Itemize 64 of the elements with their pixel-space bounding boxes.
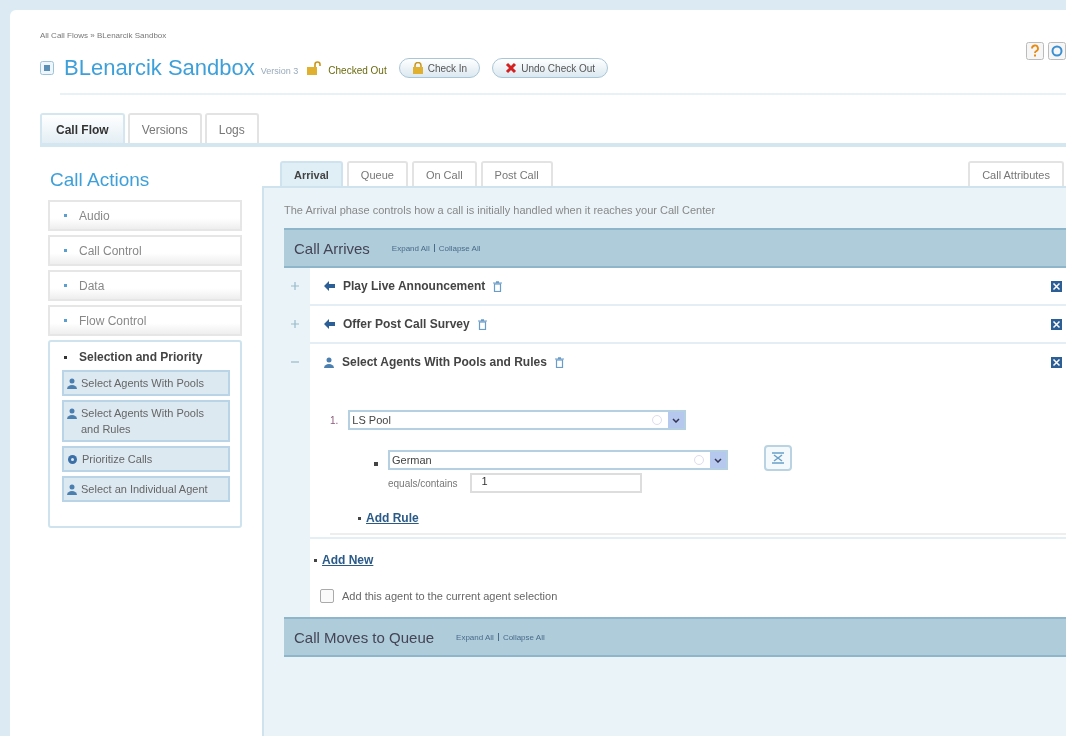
person-icon bbox=[67, 484, 77, 495]
collapse-all-link[interactable]: Collapse All bbox=[438, 243, 481, 253]
call-attributes-tab[interactable]: Call Attributes bbox=[968, 161, 1064, 186]
action-title: Offer Post Call Survey bbox=[343, 317, 470, 331]
arrow-icon bbox=[324, 281, 335, 291]
trash-icon[interactable] bbox=[477, 318, 487, 330]
status-label: Checked Out bbox=[328, 64, 387, 76]
checkbox[interactable] bbox=[320, 589, 334, 603]
category-item[interactable]: Audio bbox=[48, 200, 242, 231]
action-item[interactable]: Select an Individual Agent bbox=[62, 476, 230, 502]
close-icon[interactable] bbox=[1051, 318, 1062, 330]
help-icon[interactable] bbox=[1026, 42, 1044, 60]
tab[interactable]: Versions bbox=[127, 113, 202, 143]
category-item[interactable]: Data bbox=[48, 270, 242, 301]
rule-value-field[interactable]: 1 bbox=[469, 473, 642, 493]
lock-icon bbox=[411, 62, 424, 74]
phase-description: The Arrival phase controls how a call is initially handled when it reaches your Call Center bbox=[284, 204, 717, 216]
caret-icon bbox=[672, 417, 681, 423]
collapse-all-link[interactable]: Collapse All bbox=[502, 632, 545, 642]
expand-all-link[interactable]: Expand All bbox=[391, 243, 430, 253]
category-item[interactable]: Call Control bbox=[48, 235, 242, 266]
section-title: Call Moves to Queue bbox=[294, 628, 435, 646]
breadcrumb: All Call Flows » BLenarcik Sandbox bbox=[40, 31, 168, 40]
close-icon[interactable] bbox=[1051, 356, 1062, 368]
version-label: Version 3 bbox=[260, 66, 299, 76]
close-icon bbox=[505, 62, 518, 74]
rule-select[interactable]: German bbox=[388, 450, 728, 470]
phase-tab[interactable]: Post Call bbox=[480, 161, 553, 186]
close-icon[interactable] bbox=[1051, 280, 1062, 292]
phase-tab[interactable]: Queue bbox=[346, 161, 408, 186]
add-new-link[interactable]: Add New bbox=[322, 553, 374, 567]
plus-icon[interactable] bbox=[291, 320, 299, 328]
action-title: Select Agents With Pools and Rules bbox=[342, 355, 547, 369]
category-item[interactable]: Flow Control bbox=[48, 305, 242, 336]
add-rule-link[interactable]: Add Rule bbox=[366, 511, 419, 525]
person-icon bbox=[67, 378, 77, 389]
tab[interactable]: Call Flow bbox=[40, 113, 125, 143]
call-actions-heading: Call Actions bbox=[50, 169, 151, 191]
arrow-icon bbox=[324, 319, 335, 329]
caret-icon bbox=[714, 457, 722, 463]
collapse-icon[interactable] bbox=[40, 61, 54, 75]
lock-icon bbox=[306, 61, 323, 75]
phase-tab[interactable]: On Call bbox=[411, 161, 477, 186]
action-item[interactable]: Select Agents With Pools bbox=[62, 370, 230, 396]
undo-checkout-button[interactable]: Undo Check Out bbox=[492, 58, 609, 78]
section-title: Call Arrives bbox=[294, 239, 370, 257]
action-title: Play Live Announcement bbox=[343, 279, 486, 293]
action-item[interactable]: Prioritize Calls bbox=[62, 446, 230, 472]
checkbox-label: Add this agent to the current agent selection bbox=[342, 590, 558, 602]
operator-label: equals/contains bbox=[388, 477, 458, 489]
pool-select[interactable]: LS Pool bbox=[348, 410, 687, 430]
page-title: BLenarcik Sandbox bbox=[64, 55, 255, 81]
trash-icon[interactable] bbox=[554, 356, 564, 368]
category-item[interactable]: Selection and Priority bbox=[50, 342, 240, 370]
person-icon bbox=[67, 408, 77, 419]
action-item[interactable]: Select Agents With Pools and Rules bbox=[62, 400, 230, 442]
person-icon bbox=[324, 356, 334, 368]
trash-icon[interactable] bbox=[493, 280, 503, 292]
plus-icon[interactable] bbox=[291, 282, 299, 290]
expand-all-link[interactable]: Expand All bbox=[456, 632, 494, 642]
pool-number: 1. bbox=[330, 414, 339, 426]
tab[interactable]: Logs bbox=[204, 113, 259, 143]
phase-tab[interactable]: Arrival bbox=[280, 161, 343, 186]
checkin-button[interactable]: Check In bbox=[398, 58, 481, 78]
